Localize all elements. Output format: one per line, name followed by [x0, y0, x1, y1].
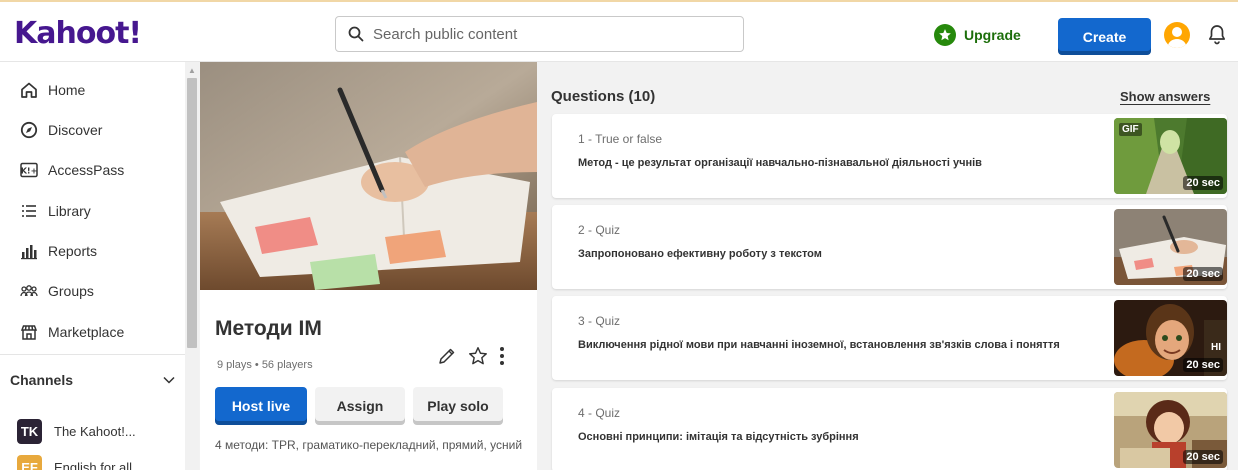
- channel-name: English for all: [54, 460, 133, 470]
- scroll-up-arrow-icon[interactable]: ▲: [188, 66, 196, 75]
- question-time-limit: 20 sec: [1183, 176, 1223, 190]
- sidebar-item-marketplace[interactable]: Marketplace: [20, 323, 124, 341]
- avatar[interactable]: [1164, 22, 1190, 48]
- sidebar-divider: [0, 354, 185, 355]
- cover-image: [200, 62, 537, 290]
- bar-chart-icon: [20, 242, 38, 260]
- edit-pencil-icon[interactable]: [437, 346, 457, 366]
- host-live-button[interactable]: Host live: [215, 387, 307, 425]
- accesspass-icon: K!+: [20, 161, 38, 179]
- sidebar-item-label: Library: [48, 203, 91, 219]
- sidebar-item-label: AccessPass: [48, 162, 125, 178]
- show-answers-link[interactable]: Show answers: [1120, 89, 1210, 104]
- assign-button[interactable]: Assign: [315, 387, 405, 425]
- search-input[interactable]: [373, 25, 713, 43]
- question-time-limit: 20 sec: [1183, 267, 1223, 281]
- questions-header: Questions (10): [551, 88, 656, 105]
- user-avatar-icon: [1167, 27, 1187, 48]
- play-solo-button[interactable]: Play solo: [413, 387, 503, 425]
- channel-item[interactable]: EF English for all: [17, 455, 132, 470]
- gif-badge: GIF: [1119, 123, 1142, 136]
- groups-icon: [20, 282, 38, 300]
- sidebar-item-label: Marketplace: [48, 324, 125, 340]
- chevron-down-icon: [163, 376, 175, 384]
- favorite-star-icon[interactable]: [467, 345, 489, 367]
- search-icon: [348, 26, 364, 42]
- sidebar-item-label: Reports: [48, 243, 98, 259]
- question-card[interactable]: 2 - Quiz Запропоновано ефективну роботу …: [552, 205, 1227, 289]
- channel-badge: EF: [17, 455, 42, 470]
- top-bar: Kahoot! Upgrade Create: [0, 0, 1238, 62]
- question-card[interactable]: 4 - Quiz Основні принципи: імітація та в…: [552, 388, 1227, 470]
- marketplace-icon: [20, 323, 38, 341]
- kahoot-title: Методи ІМ: [215, 317, 322, 340]
- channel-badge: TK: [17, 419, 42, 444]
- question-type: 1 - True or false: [578, 132, 663, 146]
- question-text: Виключення рідної мови при навчанні іноз…: [578, 339, 1060, 351]
- sidebar: Home Discover K!+ AccessPass Library Rep…: [0, 62, 185, 470]
- question-card[interactable]: 1 - True or false Метод - це результат о…: [552, 114, 1227, 198]
- question-text: Запропоновано ефективну роботу з текстом: [578, 248, 822, 260]
- question-thumbnail: GIF 20 sec: [1114, 118, 1227, 194]
- channel-item[interactable]: TK The Kahoot!...: [17, 419, 136, 444]
- home-icon: [20, 81, 38, 99]
- question-text: Метод - це результат організації навчаль…: [578, 157, 982, 169]
- sidebar-item-accesspass[interactable]: K!+ AccessPass: [20, 161, 124, 179]
- channel-name: The Kahoot!...: [54, 424, 136, 439]
- search-box[interactable]: [335, 16, 744, 52]
- kahoot-description: 4 методи: TPR, граматико-перекладний, пр…: [215, 438, 523, 452]
- question-time-limit: 20 sec: [1183, 450, 1223, 464]
- kahoot-plays-meta: 9 plays • 56 players: [217, 359, 313, 371]
- sidebar-item-groups[interactable]: Groups: [20, 282, 94, 300]
- question-thumbnail: 20 sec: [1114, 209, 1227, 285]
- question-thumbnail: 20 sec: [1114, 392, 1227, 468]
- sidebar-item-label: Groups: [48, 283, 94, 299]
- star-badge-icon: [934, 24, 956, 46]
- create-button[interactable]: Create: [1058, 18, 1151, 55]
- question-card[interactable]: 3 - Quiz Виключення рідної мови при навч…: [552, 296, 1227, 380]
- question-thumbnail: HI 20 sec: [1114, 300, 1227, 376]
- sidebar-item-reports[interactable]: Reports: [20, 242, 97, 260]
- kahoot-logo[interactable]: Kahoot!: [14, 16, 142, 51]
- more-options-icon[interactable]: [499, 346, 505, 366]
- question-type: 2 - Quiz: [578, 223, 621, 237]
- bell-icon[interactable]: [1207, 24, 1227, 46]
- svg-text:K!+: K!+: [21, 167, 38, 176]
- card-actions: [437, 345, 515, 367]
- sidebar-item-label: Home: [48, 82, 86, 98]
- channels-label: Channels: [10, 372, 74, 388]
- upgrade-label: Upgrade: [964, 27, 1021, 43]
- sidebar-item-library[interactable]: Library: [20, 202, 91, 220]
- channels-section-header[interactable]: Channels: [10, 372, 175, 388]
- sidebar-item-home[interactable]: Home: [20, 81, 85, 99]
- list-icon: [20, 202, 38, 220]
- kahoot-detail-card: Методи ІМ 9 plays • 56 players Host live…: [200, 62, 537, 470]
- sidebar-scrollbar[interactable]: ▲: [185, 62, 199, 470]
- scrollbar-thumb[interactable]: [187, 78, 197, 348]
- question-text: Основні принципи: імітація та відсутніст…: [578, 431, 859, 443]
- thumbnail-caption-text: HI: [1211, 342, 1221, 353]
- sidebar-item-discover[interactable]: Discover: [20, 121, 102, 139]
- sidebar-item-label: Discover: [48, 122, 103, 138]
- question-time-limit: 20 sec: [1183, 358, 1223, 372]
- question-type: 3 - Quiz: [578, 314, 621, 328]
- upgrade-button[interactable]: Upgrade: [934, 24, 1021, 46]
- compass-icon: [20, 121, 38, 139]
- question-type: 4 - Quiz: [578, 406, 621, 420]
